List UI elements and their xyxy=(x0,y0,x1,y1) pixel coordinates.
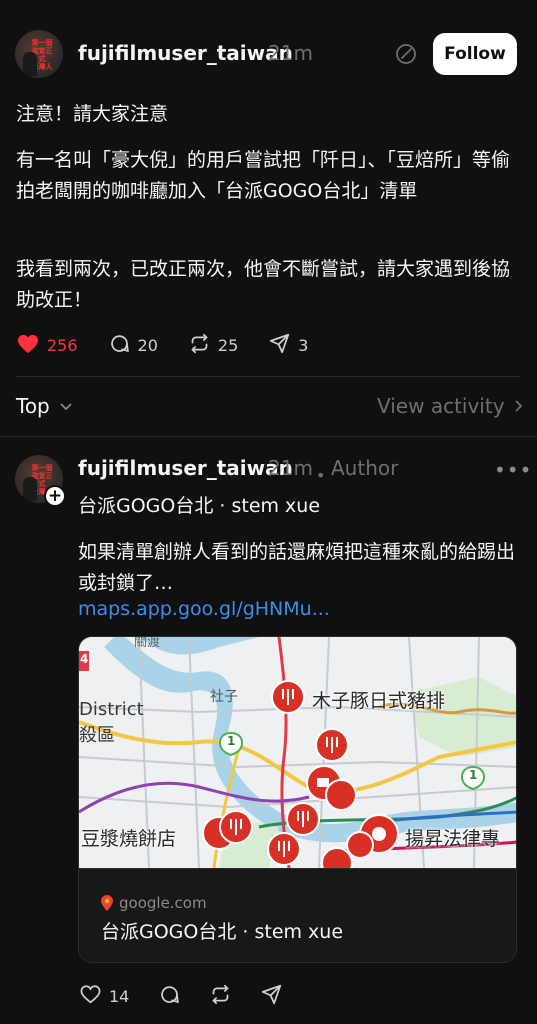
reply-repost-button[interactable] xyxy=(210,984,231,1009)
share-icon xyxy=(261,984,282,1009)
post-actions: 256 20 25 3 xyxy=(17,333,339,358)
more-options-icon[interactable]: ••• xyxy=(494,458,532,482)
restaurant-pin-icon xyxy=(315,728,349,762)
separator-dot: • xyxy=(316,466,326,485)
link-preview-card[interactable]: 關渡 District 殺區 社子 木子豚日式豬排 豆漿燒餅店 揚昇法律專 1 … xyxy=(78,636,517,963)
avatar-figure xyxy=(23,52,37,76)
avatar[interactable]: 第一個 盗宣正式 台灣人 xyxy=(15,30,63,78)
repost-icon xyxy=(189,333,210,358)
reply-subtitle: 台派GOGO台北 · stem xue xyxy=(78,495,321,517)
post-username[interactable]: fujifilmuser_taiwan xyxy=(78,41,293,65)
post-time: 21m xyxy=(268,41,313,65)
map-label-district-2: 殺區 xyxy=(79,725,115,746)
restaurant-pin-icon xyxy=(271,680,305,714)
map-label-top: 關渡 xyxy=(134,636,161,650)
heart-icon xyxy=(17,334,39,358)
google-maps-pin-icon xyxy=(101,895,113,911)
reply-username[interactable]: fujifilmuser_taiwan xyxy=(78,456,293,480)
map-label-route-2: 1 xyxy=(469,768,478,782)
card-meta: google.com 台派GOGO台北 · stem xue xyxy=(79,868,516,962)
author-badge: Author xyxy=(331,456,399,480)
card-domain-text: google.com xyxy=(119,894,207,912)
reply-comment-button[interactable] xyxy=(159,984,180,1009)
divider xyxy=(16,376,521,377)
edit-icon[interactable] xyxy=(394,42,418,66)
like-button[interactable]: 256 xyxy=(17,334,78,358)
restaurant-pin-icon xyxy=(346,831,374,859)
repost-icon xyxy=(210,984,231,1009)
map-preview: 關渡 District 殺區 社子 木子豚日式豬排 豆漿燒餅店 揚昇法律專 1 … xyxy=(79,636,516,879)
sort-dropdown[interactable]: Top xyxy=(16,394,74,418)
reply-like-button[interactable]: 14 xyxy=(80,985,129,1008)
map-label-shezi: 社子 xyxy=(210,689,238,705)
restaurant-pin-icon xyxy=(219,810,253,844)
card-domain: google.com xyxy=(101,894,207,912)
restaurant-pin-icon xyxy=(286,802,320,836)
reply-like-count: 14 xyxy=(109,987,130,1006)
reply-count: 20 xyxy=(137,336,158,355)
reply-share-button[interactable] xyxy=(261,984,282,1009)
restaurant-pin-icon xyxy=(267,832,301,866)
reply-text: 如果清單創辦人看到的話還麻煩把這種來亂的給踢出或封鎖了… xyxy=(78,541,516,594)
divider xyxy=(0,436,537,437)
comment-icon xyxy=(109,333,130,358)
post-paragraph-3: 我看到兩次，已改正兩次，他會不斷嘗試，請大家遇到後協助改正！ xyxy=(16,258,511,311)
reply-button[interactable]: 20 xyxy=(109,333,158,358)
repost-count: 25 xyxy=(217,336,239,355)
post-paragraph-2: 有一名叫「豪大倪」的用戶嘗試把「阡日」、「豆焙所」等偷拍老闆開的咖啡廳加入「台派… xyxy=(16,149,511,202)
reply-link[interactable]: maps.app.goo.gl/gHNMu... xyxy=(78,598,330,620)
chevron-right-icon xyxy=(511,398,525,414)
follow-plus-icon[interactable]: + xyxy=(44,485,66,507)
map-label-restaurant-2: 豆漿燒餅店 xyxy=(81,828,177,850)
map-label-law-firm: 揚昇法律專 xyxy=(405,828,501,850)
map-label-route-1: 1 xyxy=(227,734,236,748)
follow-button[interactable]: Follow xyxy=(433,33,517,75)
view-activity-label: View activity xyxy=(377,394,505,418)
chevron-down-icon xyxy=(58,398,74,414)
reply-time: 21m xyxy=(268,456,313,480)
map-label-district: District xyxy=(79,699,144,720)
share-count: 3 xyxy=(298,336,309,355)
share-button[interactable]: 3 xyxy=(269,333,308,358)
share-icon xyxy=(269,333,290,358)
repost-button[interactable]: 25 xyxy=(189,333,238,358)
reply-actions: 14 xyxy=(80,984,312,1009)
view-activity-link[interactable]: View activity xyxy=(377,394,525,418)
avatar-figure xyxy=(23,477,37,501)
card-title: 台派GOGO台北 · stem xue xyxy=(101,921,344,943)
restaurant-pin-icon xyxy=(325,779,357,811)
sort-label: Top xyxy=(16,394,50,418)
comment-icon xyxy=(159,984,180,1009)
post-paragraph-1: 注意！請大家注意 xyxy=(16,103,169,125)
heart-icon xyxy=(80,985,101,1008)
map-label-restaurant-1: 木子豚日式豬排 xyxy=(312,690,446,712)
map-label-route-3: 4 xyxy=(80,652,89,666)
like-count: 256 xyxy=(47,336,78,355)
